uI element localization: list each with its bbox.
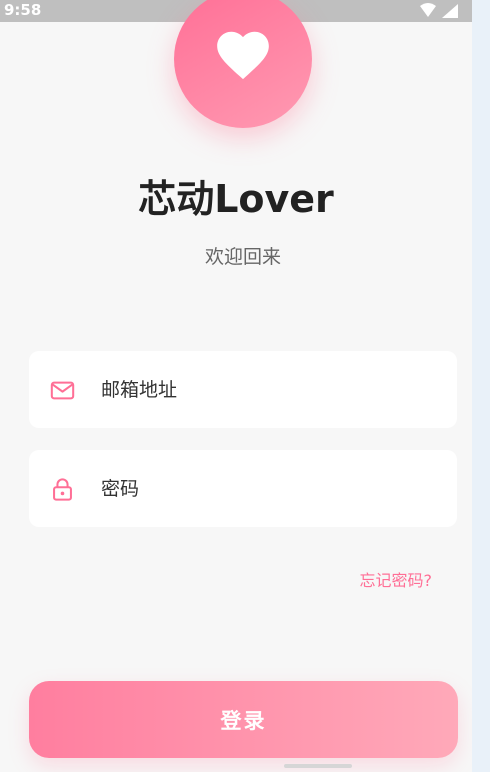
forgot-password-link[interactable]: 忘记密码? (360, 567, 433, 591)
login-screen: 9:58 芯动Lover 欢迎回来 忘记密码? 登录 (0, 0, 472, 772)
email-input[interactable] (101, 351, 441, 428)
app-logo (174, 0, 312, 128)
side-background (472, 0, 490, 772)
email-field[interactable] (29, 351, 457, 428)
signal-icon (442, 4, 458, 18)
home-indicator (284, 764, 352, 768)
app-title: 芯动Lover (138, 177, 334, 221)
heart-icon (217, 31, 269, 80)
welcome-subtitle: 欢迎回来 (204, 246, 281, 268)
password-input[interactable] (101, 450, 441, 527)
status-icons (420, 3, 458, 18)
wifi-icon (420, 3, 436, 17)
lock-icon (53, 478, 72, 501)
password-field[interactable] (29, 450, 457, 527)
mail-icon (50, 381, 75, 400)
login-button[interactable]: 登录 (29, 681, 458, 758)
status-time: 9:58 (4, 1, 42, 19)
